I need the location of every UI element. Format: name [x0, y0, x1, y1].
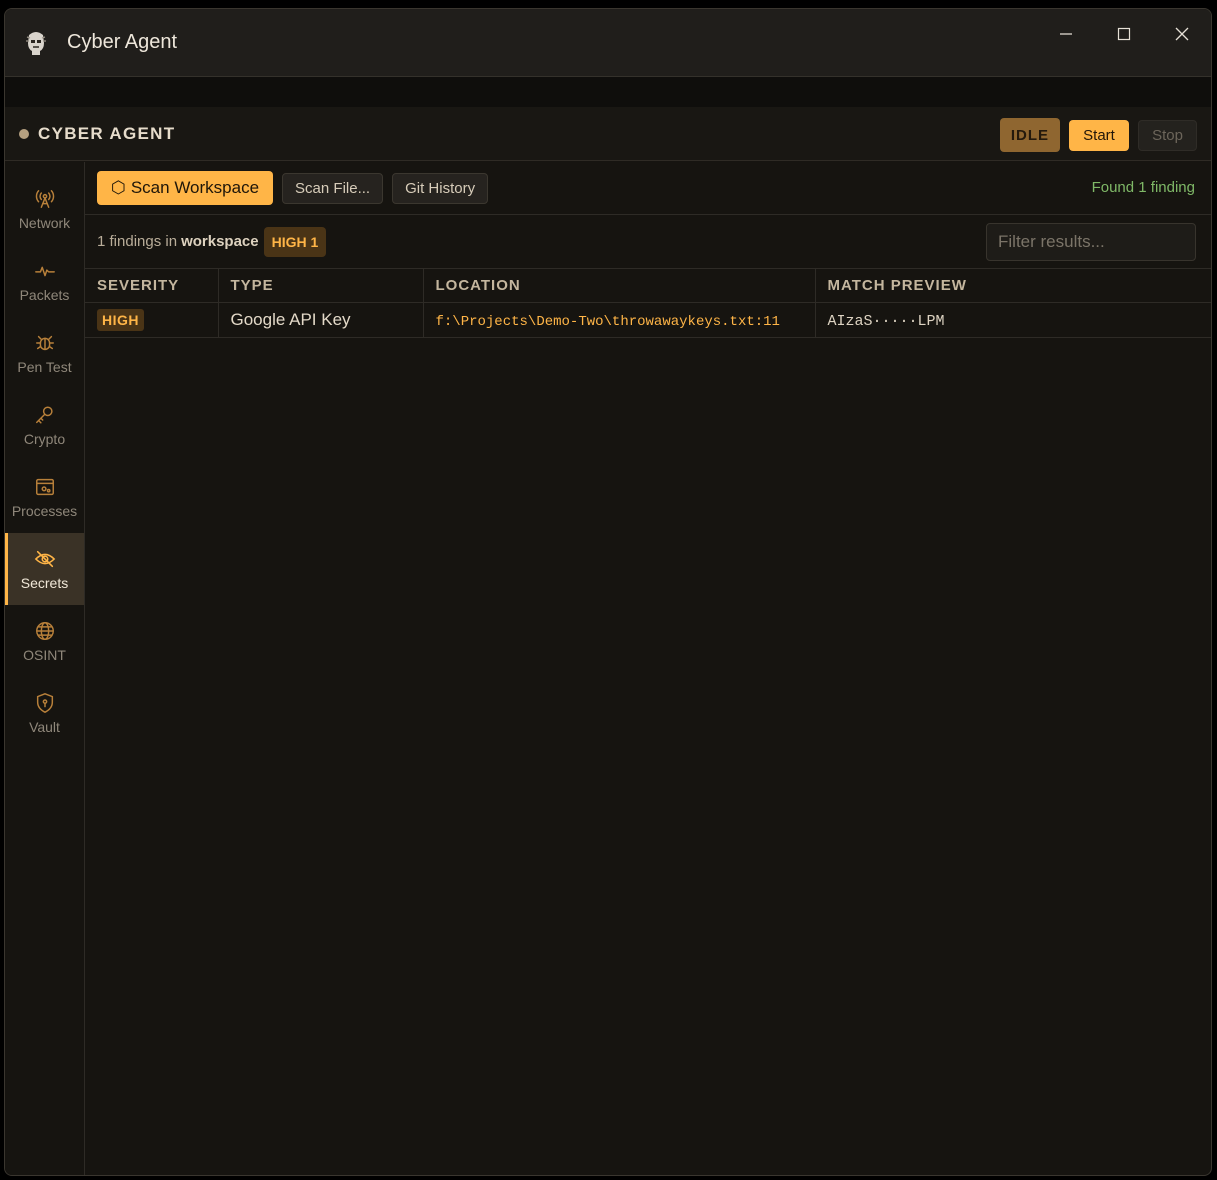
sidebar-item-label: OSINT — [23, 646, 66, 663]
bug-icon — [35, 335, 54, 350]
app-window: Cyber Agent CYBER AGENT IDLE Start Stop — [4, 8, 1212, 1176]
window-title: Cyber Agent — [67, 31, 178, 53]
summary-prefix: 1 findings in — [97, 233, 178, 250]
sidebar-item-label: Secrets — [20, 574, 69, 591]
scan-workspace-label: Scan Workspace — [130, 178, 260, 197]
finding-location-link[interactable]: f:\Projects\Demo-Two\throwawaykeys.txt:1… — [436, 314, 780, 330]
sidebar-item-secrets[interactable]: Secrets — [5, 533, 84, 605]
sidebar-item-label: Processes — [11, 502, 78, 519]
high-count-badge: HIGH 1 — [263, 226, 327, 257]
table-row[interactable]: HIGH Google API Key f:\Projects\Demo-Two… — [85, 302, 1211, 338]
sidebar-item-label: Packets — [19, 286, 70, 303]
sidebar-item-crypto[interactable]: Crypto — [5, 389, 84, 461]
scan-toolbar: ⬡ Scan Workspace Scan File... Git Histor… — [85, 162, 1211, 215]
sidebar-item-label: Network — [18, 214, 71, 231]
sidebar-item-processes[interactable]: Processes — [5, 461, 84, 533]
pulse-icon — [34, 266, 55, 276]
findings-summary: 1 findings in workspace HIGH 1 — [85, 215, 1211, 269]
table-header-row: SEVERITY TYPE LOCATION MATCH PREVIEW — [85, 269, 1211, 303]
eye-off-icon — [34, 550, 55, 567]
app-logo-icon — [23, 28, 49, 58]
git-history-button[interactable]: Git History — [392, 172, 489, 204]
antenna-icon — [35, 189, 54, 208]
close-button[interactable] — [1153, 9, 1211, 59]
maximize-button[interactable] — [1095, 9, 1153, 59]
maximize-icon — [1117, 27, 1131, 41]
column-header-severity[interactable]: SEVERITY — [85, 269, 219, 303]
key-icon — [35, 405, 53, 424]
minimize-icon — [1060, 33, 1072, 35]
close-icon — [1175, 27, 1189, 41]
minimize-button[interactable] — [1037, 9, 1095, 59]
severity-badge: HIGH — [97, 308, 144, 331]
sidebar-item-label: Vault — [29, 718, 60, 735]
sidebar-item-label: Crypto — [23, 430, 66, 447]
sidebar: Network Packets Pen Test Crypto Processe… — [5, 162, 85, 1175]
stop-button[interactable]: Stop — [1138, 119, 1197, 151]
findings-table: SEVERITY TYPE LOCATION MATCH PREVIEW HIG… — [85, 269, 1211, 338]
hexagon-icon: ⬡ — [111, 178, 126, 197]
start-button[interactable]: Start — [1069, 119, 1129, 151]
status-dot — [19, 128, 29, 139]
brand-title: CYBER AGENT — [38, 123, 176, 143]
secrets-panel: ⬡ Scan Workspace Scan File... Git Histor… — [85, 162, 1211, 1175]
shield-lock-icon — [36, 692, 53, 713]
filter-input[interactable] — [986, 223, 1196, 261]
app-header: CYBER AGENT IDLE Start Stop — [5, 107, 1211, 161]
scan-status-text: Found 1 finding — [1091, 179, 1195, 196]
column-header-match-preview[interactable]: MATCH PREVIEW — [815, 269, 1211, 303]
scan-file-button[interactable]: Scan File... — [282, 172, 384, 204]
sidebar-item-pen-test[interactable]: Pen Test — [5, 317, 84, 389]
process-window-icon — [35, 478, 54, 495]
sidebar-item-vault[interactable]: Vault — [5, 677, 84, 749]
title-bar: Cyber Agent — [5, 9, 1211, 77]
column-header-location[interactable]: LOCATION — [423, 269, 816, 303]
scan-workspace-button[interactable]: ⬡ Scan Workspace — [97, 171, 274, 205]
sidebar-item-packets[interactable]: Packets — [5, 245, 84, 317]
finding-type: Google API Key — [218, 302, 424, 338]
top-strip — [5, 77, 1211, 107]
match-preview: AIzaS·····LPM — [827, 312, 945, 330]
status-badge: IDLE — [999, 118, 1060, 152]
column-header-type[interactable]: TYPE — [218, 269, 424, 303]
sidebar-item-osint[interactable]: OSINT — [5, 605, 84, 677]
globe-icon — [35, 621, 54, 640]
sidebar-item-network[interactable]: Network — [5, 173, 84, 245]
summary-scope: workspace — [181, 233, 259, 250]
sidebar-item-label: Pen Test — [17, 358, 72, 375]
